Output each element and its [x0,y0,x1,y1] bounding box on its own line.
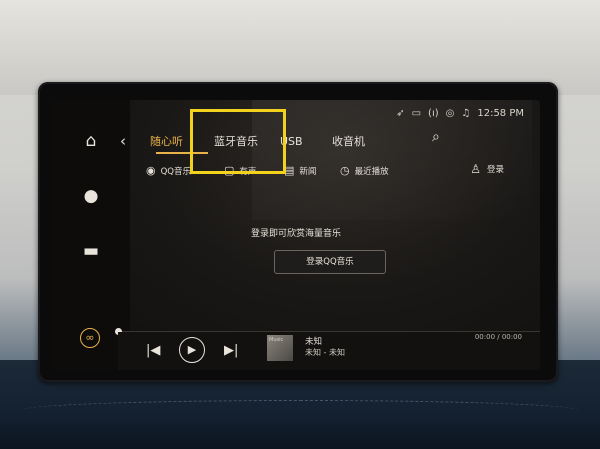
loop-icon[interactable]: ∞ [80,328,100,348]
user-icon: ♙ [470,162,481,176]
album-cover-text: Music [269,337,284,343]
login-prompt: 登录即可欣赏海量音乐 [250,229,341,239]
track-title: 未知 [305,337,323,347]
audio-icon: ♫ [461,108,471,119]
signal-icon: (ı) [428,108,439,119]
car-icon[interactable]: ▬ [80,240,102,262]
album-cover: Music [267,335,293,361]
home-icon[interactable]: ⌂ [80,130,102,152]
login-qq-music-button[interactable]: 登录QQ音乐 [274,250,386,274]
search-icon[interactable]: ⌕ [432,129,440,145]
back-icon[interactable]: ‹ [120,132,150,150]
message-icon: ▭ [411,108,422,119]
dashboard-top [0,0,600,95]
tab-usb[interactable]: USB [280,135,332,148]
annotation-highlight-box [190,109,286,174]
subnav-recent[interactable]: ◷ 最近播放 [340,164,410,177]
tab-radio[interactable]: 收音机 [332,133,382,149]
login-link[interactable]: ♙ 登录 [470,162,504,176]
infotainment-screen: ⌂ ● ▬ ∞ ➶ ▭ (ı) ◎ ♫ 12:58 PM ‹ 随心听 蓝牙音乐 … [52,100,540,370]
status-bar: ➶ ▭ (ı) ◎ ♫ 12:58 PM [396,108,524,119]
clock-time: 12:58 PM [477,108,524,119]
playback-time: 00:00 / 00:00 [474,333,522,341]
subnav-news[interactable]: ▤ 新闻 [284,164,340,177]
track-artist: 未知 - 未知 [305,348,345,357]
mini-player: |◀ ▶ ▶| Music 未知 未知 - 未知 00:00 / 00:00 [118,332,540,370]
wifi-icon: ◎ [445,108,455,119]
play-icon[interactable]: ▶ [179,337,205,363]
clock-icon: ◷ [340,164,350,177]
next-track-icon[interactable]: ▶| [224,343,238,358]
qq-music-icon: ◉ [146,164,156,177]
navigation-icon: ➶ [396,108,405,119]
person-icon[interactable]: ● [80,185,102,207]
previous-track-icon[interactable]: |◀ [146,343,160,358]
dashboard-stitching [20,400,580,421]
